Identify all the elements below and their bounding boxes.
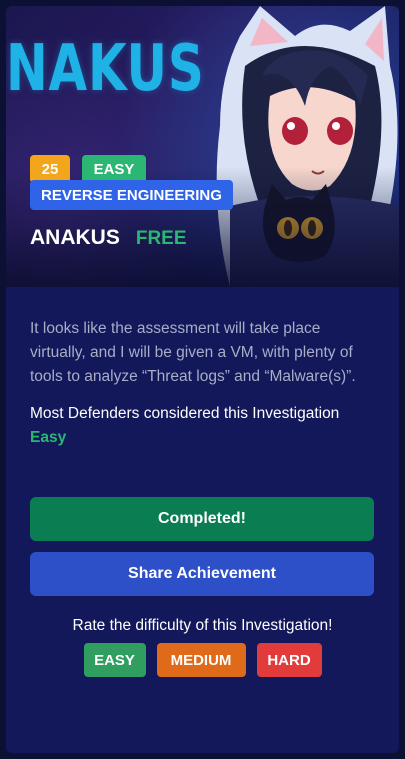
badge-row: 25 EASY [30,155,146,183]
investigation-card: NAKUS 25 EASY REVERSE ENGINEERING ANAKUS… [6,6,399,753]
rate-hard-button[interactable]: HARD [256,643,322,677]
share-achievement-button[interactable]: Share Achievement [30,552,374,596]
price-label: FREE [135,228,187,249]
points-badge: 25 [30,155,70,183]
card-content: It looks like the assessment will take p… [30,317,375,450]
rate-easy-button[interactable]: EASY [83,643,146,677]
consensus-prefix: Most Defenders considered this Investiga… [30,405,340,422]
consensus-text: Most Defenders considered this Investiga… [30,402,375,450]
description: It looks like the assessment will take p… [30,320,356,385]
consensus-level: Easy [30,429,67,446]
difficulty-badge: EASY [82,155,146,183]
rate-difficulty-prompt: Rate the difficulty of this Investigatio… [72,617,333,634]
category-badge: REVERSE ENGINEERING [30,180,233,210]
banner-title-art: NAKUS [6,32,205,106]
rating-buttons: EASY MEDIUM HARD [6,643,399,677]
banner: NAKUS 25 EASY REVERSE ENGINEERING ANAKUS… [6,6,399,287]
title-row: ANAKUS FREE [30,226,187,250]
rate-medium-button[interactable]: MEDIUM [156,643,246,677]
room-name: ANAKUS [30,226,120,249]
completed-button[interactable]: Completed! [30,497,374,541]
